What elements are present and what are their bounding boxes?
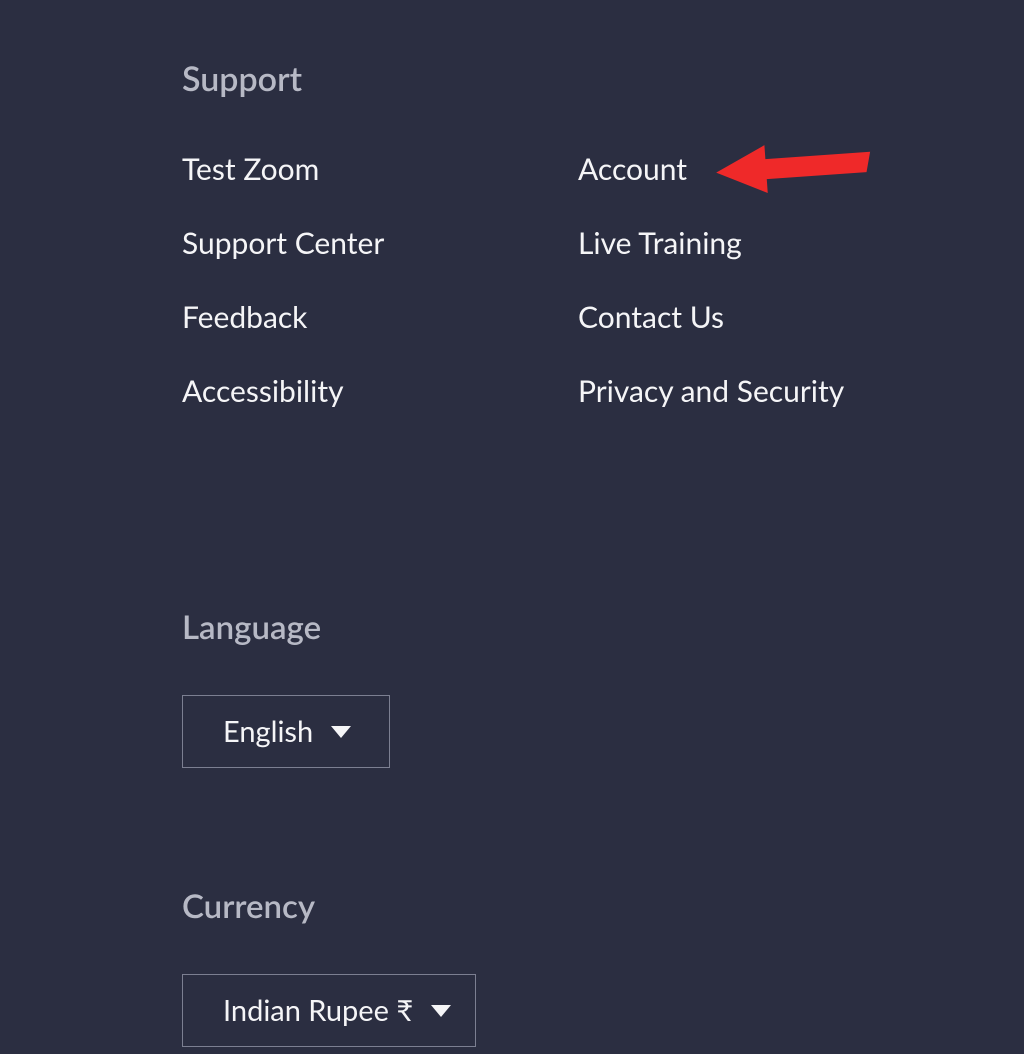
language-selected-label: English (223, 714, 313, 749)
language-dropdown[interactable]: English (182, 695, 390, 768)
currency-section: Currency Indian Rupee ₹ (182, 886, 1024, 1047)
support-links-left-column: Test Zoom Support Center Feedback Access… (182, 151, 578, 409)
currency-selected-label: Indian Rupee ₹ (223, 993, 413, 1028)
currency-dropdown[interactable]: Indian Rupee ₹ (182, 974, 476, 1047)
link-privacy-security[interactable]: Privacy and Security (578, 373, 974, 409)
language-section: Language English (182, 607, 1024, 768)
link-test-zoom[interactable]: Test Zoom (182, 151, 578, 187)
link-support-center[interactable]: Support Center (182, 225, 578, 261)
link-live-training[interactable]: Live Training (578, 225, 974, 261)
currency-heading: Currency (182, 886, 1024, 926)
link-accessibility[interactable]: Accessibility (182, 373, 578, 409)
link-feedback[interactable]: Feedback (182, 299, 578, 335)
support-heading: Support (182, 58, 1024, 99)
support-links-container: Test Zoom Support Center Feedback Access… (182, 151, 1024, 409)
link-account[interactable]: Account (578, 151, 974, 187)
link-contact-us[interactable]: Contact Us (578, 299, 974, 335)
support-links-right-column: Account Live Training Contact Us Privacy… (578, 151, 974, 409)
language-heading: Language (182, 607, 1024, 647)
caret-down-icon (331, 726, 351, 738)
caret-down-icon (431, 1005, 451, 1017)
support-section: Support Test Zoom Support Center Feedbac… (182, 58, 1024, 409)
